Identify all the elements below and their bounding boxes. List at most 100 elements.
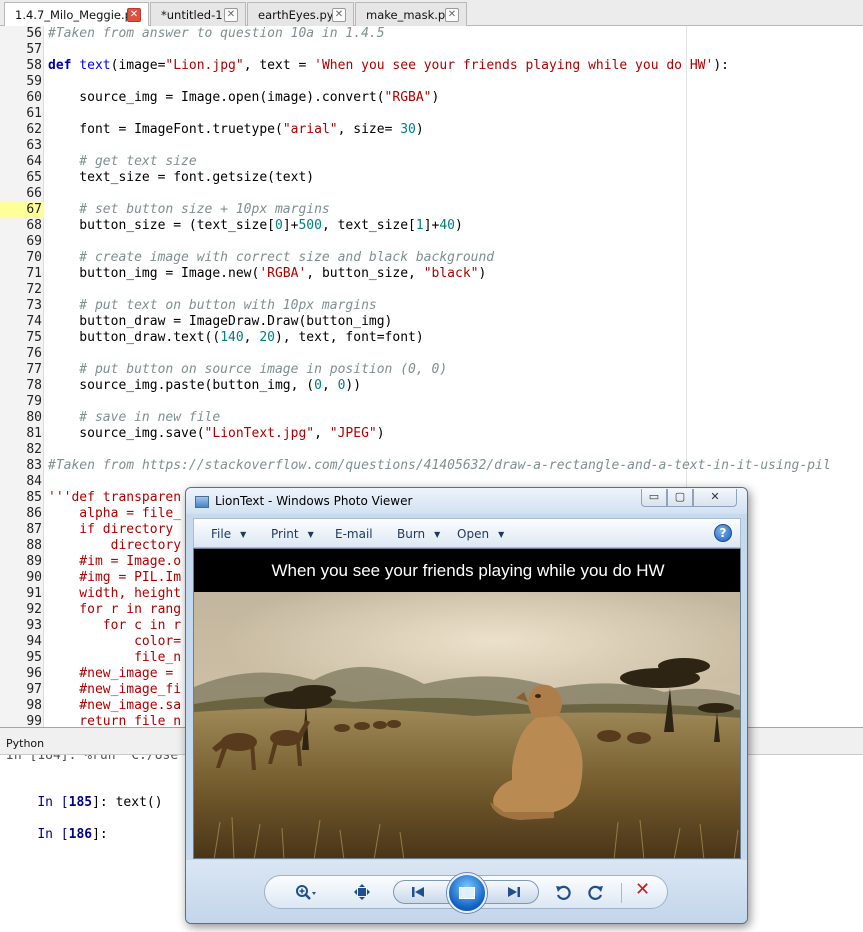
code-line[interactable]: 73 # put text on button with 10px margin… — [0, 298, 863, 314]
line-number: 56 — [26, 26, 42, 41]
minimize-button[interactable]: ▭ — [641, 489, 667, 507]
maximize-button[interactable]: ▢ — [667, 489, 693, 507]
code-line[interactable]: 58 def text(image="Lion.jpg", text = 'Whe… — [0, 58, 863, 74]
line-number: 96 — [26, 666, 42, 681]
photo-viewer-window: LionText - Windows Photo Viewer ▭ ▢ ✕ Fi… — [185, 487, 748, 924]
code-line[interactable]: 63 — [0, 138, 863, 154]
menu-print[interactable]: Print ▼ — [271, 527, 314, 541]
code-line[interactable]: 60 source_img = Image.open(image).conver… — [0, 90, 863, 106]
code-text: alpha = file_ — [48, 506, 182, 521]
line-number: 91 — [26, 586, 42, 601]
code-text: button_size = (text_size[0]+500, text_si… — [48, 218, 463, 233]
close-tab-icon[interactable]: ✕ — [127, 8, 141, 22]
code-line[interactable]: 66 — [0, 186, 863, 202]
tab-untitled-1[interactable]: *untitled-1 ✕ — [150, 2, 246, 26]
help-icon[interactable]: ? — [714, 524, 732, 542]
slideshow-icon[interactable] — [447, 873, 487, 913]
line-number: 67 — [26, 202, 42, 217]
close-tab-icon[interactable]: ✕ — [224, 8, 238, 22]
code-line[interactable]: 80 # save in new file — [0, 410, 863, 426]
photo-viewer-menu-bar: File ▼ Print ▼ E-mail Burn ▼ Open ▼ ? — [193, 518, 741, 548]
controls-bar: ✕ — [264, 873, 668, 913]
code-line[interactable]: 65 text_size = font.getsize(text) — [0, 170, 863, 186]
line-number: 80 — [26, 410, 42, 425]
code-line[interactable]: 70 # create image with correct size and … — [0, 250, 863, 266]
actual-size-icon[interactable] — [353, 884, 371, 903]
code-line[interactable]: 71 button_img = Image.new('RGBA', button… — [0, 266, 863, 282]
code-line[interactable]: 78 source_img.paste(button_img, (0, 0)) — [0, 378, 863, 394]
console-line[interactable]: In [186]: — [6, 812, 107, 857]
close-tab-icon[interactable]: ✕ — [332, 8, 346, 22]
line-number: 90 — [26, 570, 42, 585]
zoom-icon[interactable] — [295, 884, 317, 903]
code-line[interactable]: 82 — [0, 442, 863, 458]
menu-email[interactable]: E-mail — [335, 527, 373, 541]
code-line[interactable]: 69 — [0, 234, 863, 250]
maximize-icon: ▢ — [674, 490, 686, 503]
line-number: 64 — [26, 154, 42, 169]
delete-icon[interactable]: ✕ — [635, 881, 650, 899]
chevron-down-icon: ▼ — [498, 530, 505, 539]
photo-viewer-title-bar[interactable]: LionText - Windows Photo Viewer ▭ ▢ ✕ — [186, 488, 747, 514]
chevron-down-icon: ▼ — [307, 530, 314, 539]
menu-burn[interactable]: Burn ▼ — [397, 527, 440, 541]
code-line[interactable]: 67 # set button size + 10px margins — [0, 202, 863, 218]
code-line[interactable]: 64 # get text size — [0, 154, 863, 170]
line-number: 73 — [26, 298, 42, 313]
line-number: 72 — [26, 282, 42, 297]
close-icon: ✕ — [710, 490, 720, 503]
chevron-down-icon: ▼ — [434, 530, 441, 539]
line-number: 92 — [26, 602, 42, 617]
code-line[interactable]: 72 — [0, 282, 863, 298]
previous-icon[interactable] — [410, 884, 426, 903]
code-text: directory — [48, 538, 182, 553]
code-text: # get text size — [48, 154, 197, 169]
line-number: 99 — [26, 714, 42, 727]
code-line[interactable]: 56 #Taken from answer to question 10a in … — [0, 26, 863, 42]
rotate-counterclockwise-icon[interactable] — [555, 884, 571, 903]
code-text: #new_image.sa — [48, 698, 182, 713]
code-line[interactable]: 57 — [0, 42, 863, 58]
menu-file[interactable]: File ▼ — [211, 527, 246, 541]
line-number: 82 — [26, 442, 42, 457]
tab-earth-eyes[interactable]: earthEyes.py ✕ — [247, 2, 354, 26]
code-line[interactable]: 75 button_draw.text((140, 20), text, fon… — [0, 330, 863, 346]
rotate-clockwise-icon[interactable] — [588, 884, 604, 903]
code-line[interactable]: 83 #Taken from https://stackoverflow.com/… — [0, 458, 863, 474]
line-number: 77 — [26, 362, 42, 377]
close-button[interactable]: ✕ — [693, 489, 737, 507]
code-text: for c in r — [48, 618, 182, 633]
code-line[interactable]: 62 font = ImageFont.truetype("arial", si… — [0, 122, 863, 138]
line-number: 61 — [26, 106, 42, 121]
close-tab-icon[interactable]: ✕ — [445, 8, 459, 22]
code-line[interactable]: 61 — [0, 106, 863, 122]
savanna-lion-photo — [194, 592, 740, 858]
code-text: button_img = Image.new('RGBA', button_si… — [48, 266, 487, 281]
next-icon[interactable] — [506, 884, 522, 903]
code-line[interactable]: 81 source_img.save("LionText.jpg", "JPEG… — [0, 426, 863, 442]
menu-open[interactable]: Open ▼ — [457, 527, 504, 541]
tab-make-mask[interactable]: make_mask.py ✕ — [355, 2, 467, 26]
minimize-icon: ▭ — [648, 490, 660, 503]
line-number: 81 — [26, 426, 42, 441]
code-line[interactable]: 77 # put button on source image in posit… — [0, 362, 863, 378]
line-number: 85 — [26, 490, 42, 505]
line-number: 87 — [26, 522, 42, 537]
line-number: 88 — [26, 538, 42, 553]
line-number: 93 — [26, 618, 42, 633]
image-text-banner: When you see your friends playing while … — [194, 549, 740, 592]
console-title: Python — [6, 737, 45, 750]
code-text: #new_image = — [48, 666, 182, 681]
line-number: 75 — [26, 330, 42, 345]
tab-1-4-7-milo-meggie[interactable]: 1.4.7_Milo_Meggie.py ✕ — [4, 2, 149, 27]
code-line[interactable]: 59 — [0, 74, 863, 90]
code-line[interactable]: 68 button_size = (text_size[0]+500, text… — [0, 218, 863, 234]
code-text: '''def transparen — [48, 490, 182, 505]
banner-text: When you see your friends playing while … — [271, 561, 665, 580]
tab-label: 1.4.7_Milo_Meggie.py — [15, 8, 139, 22]
line-number: 94 — [26, 634, 42, 649]
code-line[interactable]: 76 — [0, 346, 863, 362]
line-number: 83 — [26, 458, 42, 473]
code-line[interactable]: 74 button_draw = ImageDraw.Draw(button_i… — [0, 314, 863, 330]
code-line[interactable]: 79 — [0, 394, 863, 410]
